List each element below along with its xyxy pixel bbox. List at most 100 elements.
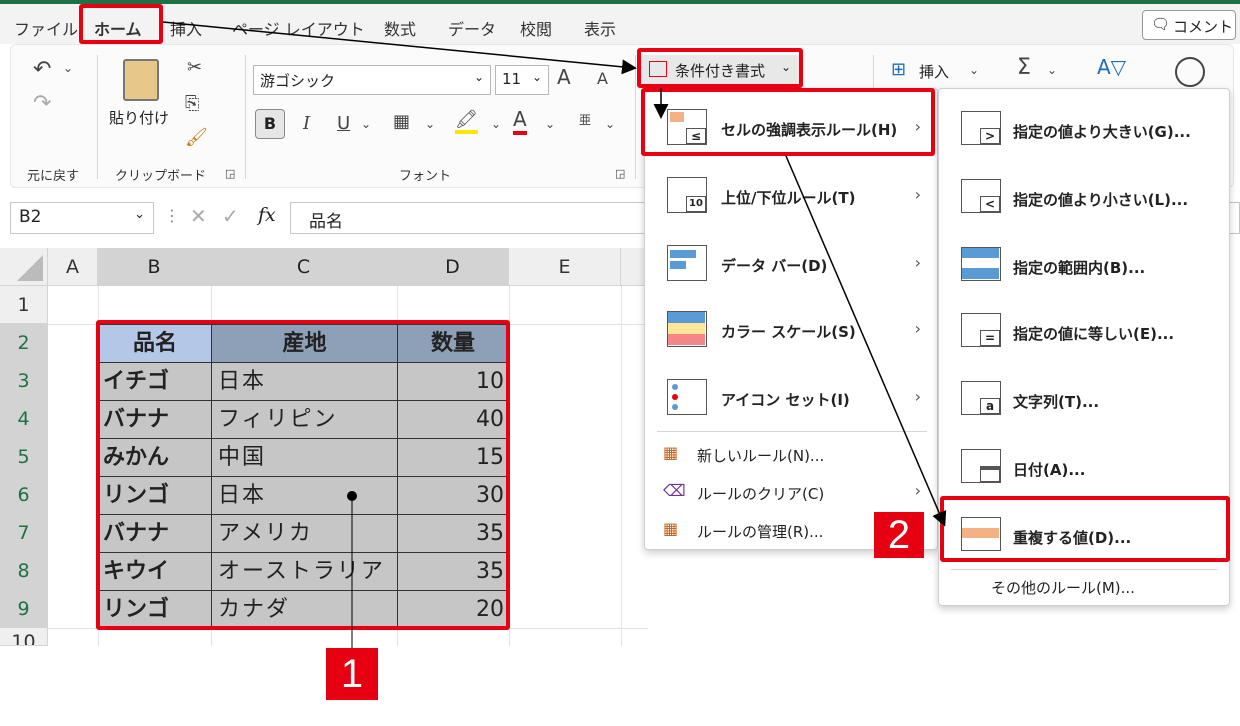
chevron-down-icon[interactable]: ⌄ (63, 61, 73, 75)
undo-icon[interactable]: ↶ (33, 57, 51, 82)
submenu-item-greater-than[interactable]: > 指定の値より大きい(G)... (939, 103, 1229, 155)
clipboard-group-label: クリップボード (115, 169, 207, 184)
divider (245, 55, 246, 179)
insert-label[interactable]: 挿入 (919, 61, 949, 82)
font-group-label: フォント (399, 169, 452, 184)
underline-button[interactable]: U (337, 113, 350, 134)
row-header[interactable]: 1 (0, 286, 48, 324)
select-all-corner[interactable] (0, 248, 48, 286)
divider (951, 569, 1217, 570)
phonetic-icon[interactable]: 亜 (579, 111, 591, 128)
tab-formulas[interactable]: 数式 (384, 16, 416, 40)
cut-icon[interactable]: ✂ (187, 57, 202, 78)
chevron-down-icon[interactable]: ⌄ (1047, 63, 1057, 77)
row-header[interactable]: 5 (0, 438, 48, 476)
find-select-icon[interactable] (1175, 57, 1205, 87)
chevron-down-icon[interactable]: ⌄ (491, 117, 501, 131)
menu-item-clear-rules[interactable]: ⌫ ルールのクリア(C) › (645, 479, 937, 509)
sum-icon[interactable]: Σ (1017, 55, 1031, 80)
tab-page-layout[interactable]: ページ レイアウト (232, 16, 365, 40)
insert-cells-icon[interactable]: ⊞ (891, 59, 906, 80)
submenu-item-equal-to[interactable]: = 指定の値に等しい(E)... (939, 305, 1229, 357)
font-color-icon[interactable]: A (513, 107, 527, 135)
menu-item-top-bottom-rules[interactable]: 10 上位/下位ルール(T) › (645, 171, 937, 223)
submenu-item-less-than[interactable]: < 指定の値より小さい(L)... (939, 171, 1229, 223)
submenu-item-between[interactable]: 指定の範囲内(B)... (939, 239, 1229, 291)
bold-button[interactable]: B (255, 109, 285, 139)
tab-review[interactable]: 校閲 (520, 16, 552, 40)
gridline (621, 286, 622, 646)
more-icon: ⋮ (164, 206, 180, 225)
tab-file[interactable]: ファイル (14, 16, 78, 40)
row-header[interactable]: 4 (0, 400, 48, 438)
border-icon[interactable]: ▦ (393, 111, 410, 132)
chevron-down-icon[interactable]: ⌄ (969, 63, 979, 77)
paste-icon[interactable] (123, 59, 159, 101)
column-header[interactable]: A (48, 248, 98, 286)
menu-item-data-bars[interactable]: データ バー(D) › (645, 239, 937, 291)
fill-color-icon[interactable]: 🖍 (455, 109, 478, 134)
tab-data[interactable]: データ (448, 16, 496, 40)
dialog-launcher-icon[interactable]: ◲ (225, 167, 235, 180)
chevron-down-icon[interactable]: ⌄ (605, 117, 615, 131)
tab-insert[interactable]: 挿入 (170, 16, 202, 40)
highlight-table-range (96, 320, 510, 630)
menu-item-label: ルールの管理(R)... (697, 523, 824, 541)
format-painter-icon[interactable]: 🖌 (185, 127, 208, 148)
row-header[interactable]: 2 (0, 324, 48, 362)
copy-icon[interactable]: ⎘ (185, 93, 199, 114)
menu-item-icon-sets[interactable]: アイコン セット(I) › (645, 373, 937, 425)
row-header[interactable]: 6 (0, 476, 48, 514)
name-box-value: B2 (19, 207, 42, 227)
confirm-icon[interactable]: ✓ (222, 204, 239, 228)
insert-function-icon[interactable]: fx (258, 204, 276, 226)
sort-filter-icon[interactable]: A▽ (1097, 55, 1126, 79)
font-name-value: 游ゴシック (260, 72, 336, 90)
equal-to-icon: = (961, 313, 1001, 347)
menu-item-new-rule[interactable]: ▦ 新しいルール(N)... (645, 441, 937, 471)
submenu-item-label: 日付(A)... (1013, 461, 1086, 479)
comment-icon: 🗨 (1151, 15, 1171, 33)
callout-badge-2: 2 (874, 512, 924, 558)
page-bottom-area (0, 646, 1240, 726)
column-header[interactable]: E (509, 248, 621, 286)
chevron-down-icon[interactable]: ⌄ (425, 117, 435, 131)
row-header[interactable]: 8 (0, 552, 48, 590)
grow-font-icon[interactable]: A (557, 65, 571, 89)
dialog-launcher-icon[interactable]: ◲ (615, 167, 625, 180)
paste-label[interactable]: 貼り付け (109, 107, 169, 128)
column-header[interactable]: B (98, 248, 211, 286)
row-header[interactable]: 7 (0, 514, 48, 552)
between-icon (961, 247, 1001, 281)
italic-button[interactable]: I (303, 113, 310, 134)
column-header[interactable]: D (397, 248, 509, 286)
chevron-down-icon[interactable]: ⌄ (545, 117, 555, 131)
highlight-duplicate-values-item (940, 496, 1230, 562)
row-header[interactable]: 10 (0, 628, 48, 646)
divider (97, 55, 98, 179)
submenu-item-date[interactable]: 日付(A)... (939, 441, 1229, 493)
menu-item-label: データ バー(D) (721, 257, 828, 275)
tab-view[interactable]: 表示 (584, 16, 616, 40)
row-header[interactable]: 9 (0, 590, 48, 628)
row-header[interactable]: 3 (0, 362, 48, 400)
submenu-item-text-contains[interactable]: a 文字列(T)... (939, 373, 1229, 425)
column-header[interactable]: C (211, 248, 397, 286)
font-name-select[interactable]: 游ゴシック ⌄ (253, 65, 491, 95)
highlight-home-tab (79, 4, 163, 44)
menu-item-label: 上位/下位ルール(T) (721, 189, 856, 207)
shrink-font-icon[interactable]: A (597, 69, 608, 88)
chevron-right-icon: › (914, 481, 921, 500)
cancel-icon[interactable]: ✕ (190, 204, 207, 228)
ribbon-tab-bar: ファイル ホーム 挿入 ページ レイアウト 数式 データ 校閲 表示 🗨 コメン… (0, 4, 1240, 44)
chevron-down-icon[interactable]: ⌄ (361, 117, 371, 131)
clear-rules-icon: ⌫ (663, 481, 686, 500)
submenu-item-more-rules[interactable]: その他のルール(M)... (991, 577, 1135, 598)
name-box[interactable]: B2 ⌄ (10, 202, 154, 234)
comment-button[interactable]: 🗨 コメント (1142, 10, 1236, 40)
menu-item-color-scales[interactable]: カラー スケール(S) › (645, 305, 937, 357)
chevron-down-icon: ⌄ (473, 70, 484, 84)
font-size-select[interactable]: 11 ⌄ (495, 65, 549, 95)
chevron-right-icon: › (914, 387, 921, 406)
greater-than-icon: > (961, 111, 1001, 145)
